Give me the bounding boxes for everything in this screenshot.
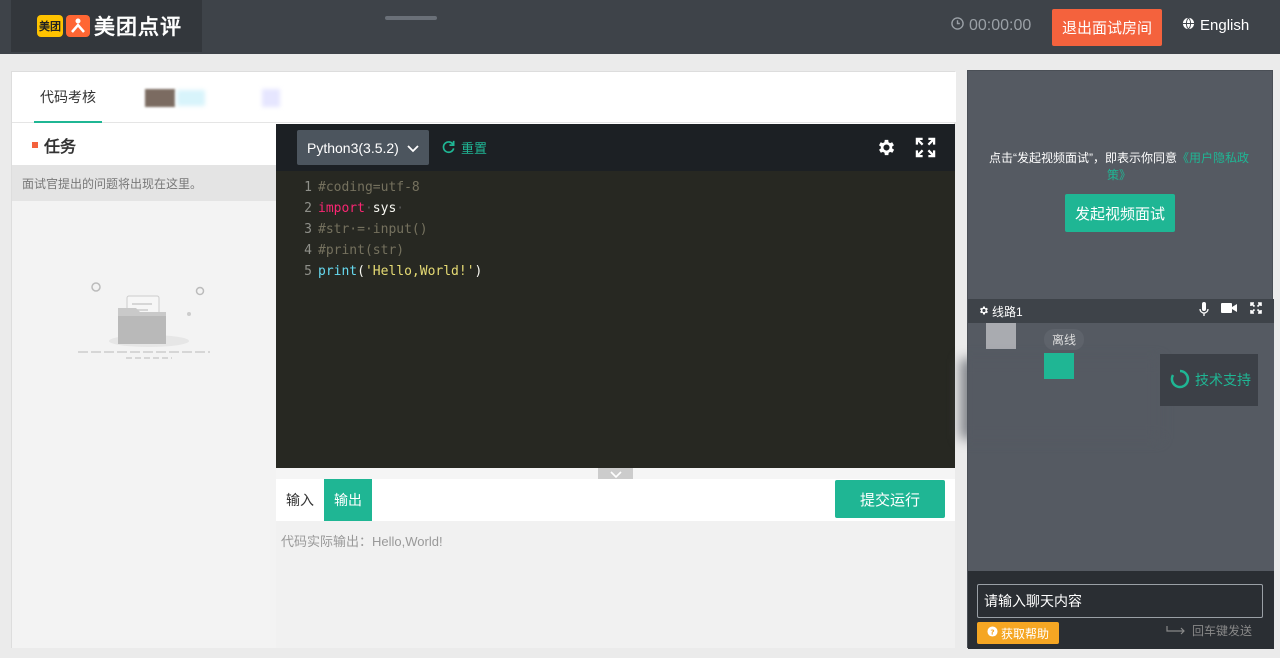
start-video-interview-button[interactable]: 发起视频面试 [1065, 194, 1175, 232]
blurred-tab [177, 90, 205, 106]
code-line[interactable]: 5 print('Hello,World!') [276, 261, 482, 282]
dianping-icon [66, 15, 90, 37]
consent-prefix: 点击“发起视频面试”，即表示你同意 [988, 151, 1177, 165]
enter-to-send-hint: 回车键发送 [1166, 622, 1252, 639]
refresh-icon [441, 139, 456, 157]
video-area: 离线 技术支持 [960, 323, 1274, 583]
tab-output[interactable]: 输出 [324, 479, 372, 521]
code-editor[interactable]: Python3(3.5.2) 重置 1 #coding=utf-8 2 import·… [276, 124, 955, 468]
top-tab-indicator[interactable] [385, 16, 437, 20]
io-toolbar: 输入 输出 提交运行 [276, 479, 955, 521]
panel-splitter[interactable] [276, 468, 955, 479]
code-token: print [318, 264, 358, 279]
loading-spinner-icon [1170, 369, 1190, 392]
reset-button[interactable]: 重置 [441, 138, 487, 157]
code-token: ( [357, 264, 365, 279]
enter-send-label: 回车键发送 [1192, 624, 1253, 638]
tech-support-button[interactable]: 技术支持 [1160, 354, 1258, 406]
code-line[interactable]: 3 #str·=·input() [276, 219, 482, 240]
reset-label: 重置 [461, 141, 488, 156]
meituan-badge: 美团 [37, 15, 63, 37]
logo-text: 美团点评 [94, 15, 182, 39]
fullscreen-icon[interactable] [915, 137, 936, 163]
blurred-tab [262, 89, 280, 107]
language-select[interactable]: Python3(3.5.2) [297, 130, 429, 165]
code-token: · [364, 201, 373, 216]
video-controls [1199, 302, 1262, 320]
video-thumbnail [986, 323, 1016, 349]
code-token: sys [372, 201, 397, 216]
microphone-icon[interactable] [1199, 302, 1209, 320]
logo: 美团 美团点评 [11, 0, 202, 52]
tab-bar: 代码考核 [12, 72, 956, 123]
question-icon: ? [987, 626, 998, 640]
language-label: English [1200, 17, 1250, 34]
tech-support-label: 技术支持 [1195, 372, 1251, 388]
offline-badge: 离线 [1044, 329, 1085, 350]
task-title: 任务 [44, 138, 77, 156]
code-token: #print(str) [318, 243, 405, 258]
code-text: import·sys· [318, 198, 404, 219]
submit-run-button[interactable]: 提交运行 [835, 480, 945, 518]
tab-code-assessment[interactable]: 代码考核 [34, 72, 102, 123]
interview-timer: 00:00:00 [951, 17, 1031, 35]
code-text: #print(str) [318, 240, 404, 261]
output-area: 代码实际输出：Hello,World! [276, 521, 955, 648]
code-token: #coding=utf-8 [318, 180, 420, 195]
tab-input[interactable]: 输入 [276, 479, 324, 521]
code-token: 'Hello,World!' [364, 264, 475, 279]
code-line[interactable]: 4 #print(str) [276, 240, 482, 261]
code-token: import [318, 201, 365, 216]
line-label: 线路1 [992, 305, 1023, 319]
editor-toolbar: Python3(3.5.2) 重置 [276, 124, 955, 171]
title-marker [32, 141, 38, 148]
enter-key-icon [1166, 624, 1186, 638]
task-panel: 任务 面试官提出的问题将出现在这里。 [12, 124, 276, 648]
language-select-value: Python3(3.5.2) [307, 139, 399, 156]
main-panel: 代码考核 任务 面试官提出的问题将出现在这里。 Python3(3.5.2) 重… [11, 71, 956, 648]
code-token: ) [474, 264, 483, 279]
line-number: 2 [304, 201, 312, 216]
code-line[interactable]: 2 import·sys· [276, 198, 482, 219]
globe-icon [1182, 17, 1195, 34]
video-chat-panel: 点击“发起视频面试”，即表示你同意《用户隐私政策》 发起视频面试 线路1 离线 [960, 70, 1274, 649]
exit-room-button[interactable]: 退出面试房间 [1052, 9, 1162, 46]
line-number: 3 [304, 222, 312, 237]
privacy-consent-text: 点击“发起视频面试”，即表示你同意《用户隐私政策》 [986, 150, 1252, 184]
expand-icon[interactable] [1250, 302, 1262, 320]
blurred-tab [145, 89, 175, 107]
task-header: 任务 [12, 124, 276, 165]
timer-text: 00:00:00 [969, 17, 1032, 34]
code-text: #coding=utf-8 [318, 177, 420, 198]
top-bar: 美团 美团点评 00:00:00 退出面试房间 English [0, 0, 1280, 54]
collapse-handle[interactable] [598, 468, 633, 479]
code-token: · [396, 201, 405, 216]
code-text: #str·=·input() [318, 219, 428, 240]
get-help-button[interactable]: ? 获取帮助 [977, 622, 1059, 644]
clock-icon [951, 17, 964, 35]
line-number: 5 [304, 264, 312, 279]
video-toolbar: 线路1 [968, 299, 1274, 323]
camera-icon[interactable] [1221, 302, 1238, 320]
line-number: 1 [304, 180, 312, 195]
empty-folder-icon [74, 274, 214, 369]
code-line[interactable]: 1 #coding=utf-8 [276, 177, 482, 198]
get-help-label: 获取帮助 [1000, 626, 1049, 641]
code-token: #str·=·input() [318, 222, 428, 237]
code-text: print('Hello,World!') [318, 261, 482, 282]
gear-icon [978, 305, 989, 319]
line-select[interactable]: 线路1 [978, 303, 1023, 320]
language-switch[interactable]: English [1182, 17, 1249, 34]
code-content[interactable]: 1 #coding=utf-8 2 import·sys· 3 #str·=·input(… [276, 177, 482, 282]
status-indicator [1044, 353, 1074, 379]
chat-area: 请输入聊天内容 ? 获取帮助 回车键发送 [968, 571, 1274, 649]
chevron-down-icon [407, 140, 419, 156]
line-number: 4 [304, 243, 312, 258]
svg-text:?: ? [990, 627, 994, 636]
task-hint: 面试官提出的问题将出现在这里。 [12, 165, 276, 201]
chat-input[interactable]: 请输入聊天内容 [977, 584, 1263, 618]
gear-icon[interactable] [876, 137, 897, 163]
